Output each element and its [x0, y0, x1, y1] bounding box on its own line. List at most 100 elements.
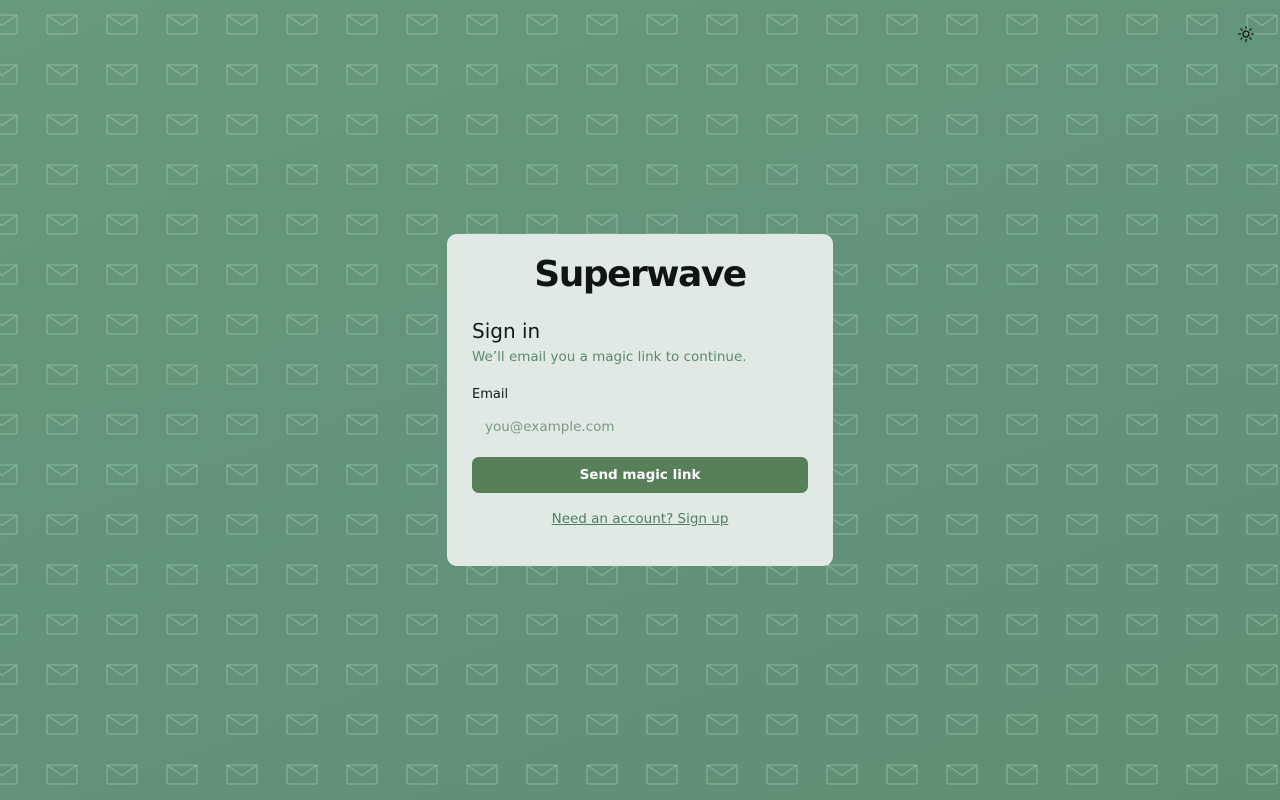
envelope-icon: [1066, 764, 1098, 785]
envelope-icon: [886, 314, 918, 335]
envelope-icon: [646, 714, 678, 735]
envelope-icon: [226, 614, 258, 635]
envelope-icon: [286, 714, 318, 735]
envelope-icon: [706, 214, 738, 235]
envelope-icon: [1246, 314, 1278, 335]
envelope-icon: [1066, 714, 1098, 735]
envelope-icon: [166, 714, 198, 735]
send-magic-link-button[interactable]: Send magic link: [472, 457, 808, 493]
envelope-icon: [166, 564, 198, 585]
envelope-icon: [46, 764, 78, 785]
envelope-icon: [706, 164, 738, 185]
envelope-icon: [766, 714, 798, 735]
envelope-icon: [286, 414, 318, 435]
envelope-icon: [646, 614, 678, 635]
envelope-icon: [406, 614, 438, 635]
email-field[interactable]: [472, 410, 808, 444]
envelope-icon: [406, 364, 438, 385]
envelope-icon: [346, 614, 378, 635]
envelope-icon: [1006, 264, 1038, 285]
envelope-icon: [586, 64, 618, 85]
envelope-icon: [106, 414, 138, 435]
envelope-icon: [346, 164, 378, 185]
envelope-icon: [106, 564, 138, 585]
envelope-icon: [466, 714, 498, 735]
envelope-icon: [886, 114, 918, 135]
envelope-icon: [946, 514, 978, 535]
envelope-icon: [766, 614, 798, 635]
envelope-icon: [886, 14, 918, 35]
envelope-icon: [886, 714, 918, 735]
envelope-icon: [586, 564, 618, 585]
envelope-icon: [286, 614, 318, 635]
envelope-icon: [1246, 164, 1278, 185]
envelope-icon: [466, 64, 498, 85]
envelope-icon: [1126, 464, 1158, 485]
envelope-icon: [1006, 514, 1038, 535]
envelope-icon: [406, 214, 438, 235]
envelope-icon: [1246, 414, 1278, 435]
envelope-icon: [1126, 64, 1158, 85]
envelope-icon: [166, 264, 198, 285]
theme-toggle-button[interactable]: [1234, 22, 1258, 46]
envelope-icon: [586, 164, 618, 185]
envelope-icon: [526, 14, 558, 35]
envelope-icon: [886, 364, 918, 385]
signup-link[interactable]: Need an account? Sign up: [472, 510, 808, 528]
envelope-icon: [1066, 264, 1098, 285]
envelope-icon: [946, 464, 978, 485]
envelope-icon: [406, 314, 438, 335]
envelope-icon: [286, 314, 318, 335]
envelope-icon: [1006, 114, 1038, 135]
envelope-icon: [886, 464, 918, 485]
envelope-icon: [646, 564, 678, 585]
envelope-icon: [946, 414, 978, 435]
page-subtitle: We’ll email you a magic link to continue…: [472, 349, 747, 365]
envelope-icon: [166, 764, 198, 785]
envelope-icon: [166, 14, 198, 35]
envelope-icon: [1246, 64, 1278, 85]
envelope-icon: [0, 764, 18, 785]
envelope-icon: [1066, 114, 1098, 135]
envelope-icon: [1246, 564, 1278, 585]
envelope-icon: [106, 64, 138, 85]
envelope-icon: [1126, 114, 1158, 135]
envelope-icon: [1066, 64, 1098, 85]
envelope-icon: [226, 464, 258, 485]
envelope-icon: [466, 614, 498, 635]
envelope-icon: [466, 14, 498, 35]
envelope-icon: [466, 664, 498, 685]
envelope-icon: [166, 114, 198, 135]
envelope-icon: [226, 364, 258, 385]
envelope-icon: [1006, 764, 1038, 785]
envelope-icon: [46, 664, 78, 685]
envelope-icon: [1066, 614, 1098, 635]
envelope-icon: [886, 414, 918, 435]
envelope-icon: [0, 414, 18, 435]
envelope-icon: [586, 114, 618, 135]
envelope-icon: [46, 164, 78, 185]
envelope-icon: [106, 164, 138, 185]
envelope-icon: [1186, 114, 1218, 135]
envelope-icon: [1006, 664, 1038, 685]
envelope-icon: [946, 64, 978, 85]
envelope-icon: [1006, 14, 1038, 35]
envelope-icon: [586, 664, 618, 685]
envelope-icon: [526, 64, 558, 85]
envelope-icon: [166, 214, 198, 235]
envelope-icon: [646, 64, 678, 85]
envelope-icon: [526, 714, 558, 735]
envelope-icon: [1126, 414, 1158, 435]
envelope-icon: [526, 764, 558, 785]
envelope-icon: [226, 114, 258, 135]
envelope-icon: [0, 664, 18, 685]
envelope-icon: [406, 714, 438, 735]
envelope-icon: [526, 564, 558, 585]
envelope-icon: [526, 214, 558, 235]
envelope-icon: [1126, 314, 1158, 335]
envelope-icon: [106, 314, 138, 335]
envelope-icon: [0, 564, 18, 585]
envelope-icon: [1246, 664, 1278, 685]
envelope-icon: [1066, 464, 1098, 485]
envelope-icon: [1246, 714, 1278, 735]
